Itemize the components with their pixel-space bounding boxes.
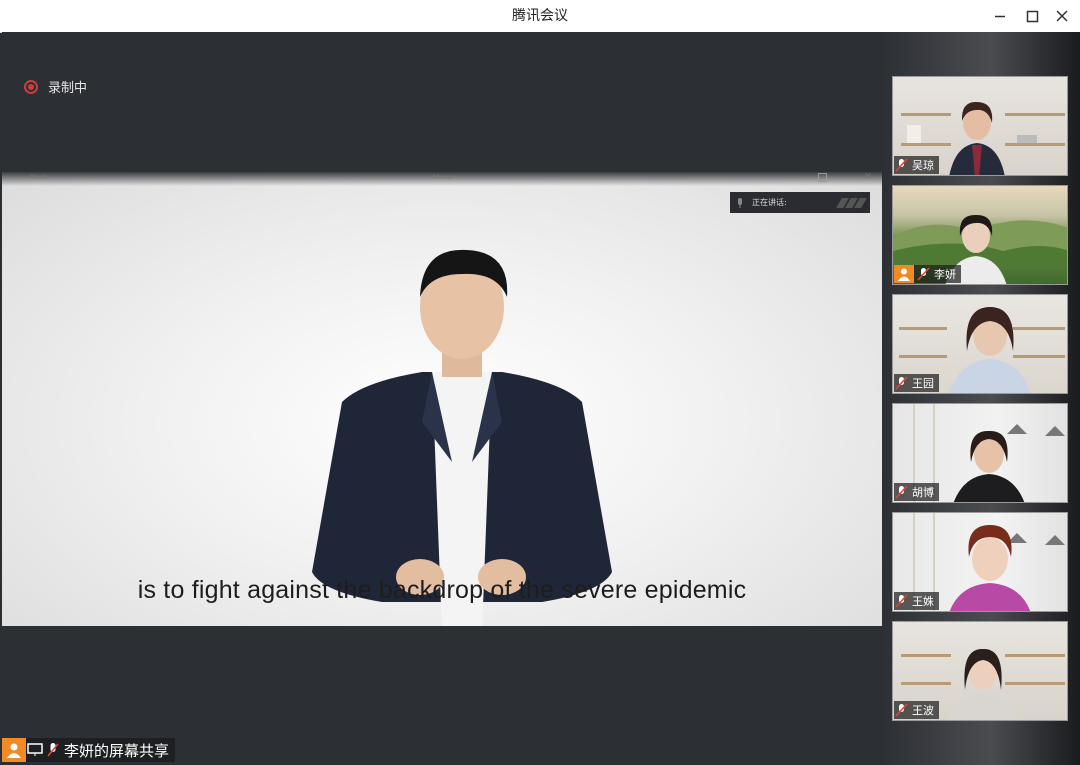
recording-label: 录制中 [48,81,88,96]
screen-share-label: 李妍的屏幕共享 [64,741,170,760]
speaker-mic-icon [738,197,742,208]
mic-muted-icon [895,594,908,608]
mini-time-left: 06:45 [30,174,48,181]
participant-name-tag: 李妍 [894,265,961,283]
participant-panel: 吴琼 李妍 王园 胡博 王姝 王波 [882,32,1080,765]
video-subtitle: is to fight against the backdrop of the … [137,576,747,604]
participant-figure [949,525,1031,611]
participant-name-tag: 王园 [894,374,939,392]
minimize-icon[interactable] [990,6,1010,26]
speaking-label: 正在讲话: [752,198,787,207]
participant-figure [949,101,1005,175]
participant-tile[interactable]: 胡博 [892,403,1068,503]
participant-tile[interactable]: 王园 [892,294,1068,394]
participant-figure [953,430,1025,502]
mic-muted-icon [917,267,930,281]
window-title: 腾讯会议 [512,8,568,24]
speaking-bars [836,197,867,208]
mini-close-icon: ✕ [864,172,872,182]
participant-tile[interactable]: 王波 [892,621,1068,721]
participant-name: 李妍 [934,268,956,281]
mic-muted-icon [895,158,908,172]
participant-name-tag: 吴琼 [894,156,939,174]
participant-name: 吴琼 [912,159,934,172]
user-avatar-icon [894,265,914,283]
close-icon[interactable] [1052,6,1072,26]
participant-tile[interactable]: 王姝 [892,512,1068,612]
screen-share-tag: 李妍的屏幕共享 [2,738,176,762]
participant-name: 王姝 [912,595,934,608]
participant-tile[interactable]: 吴琼 [892,76,1068,176]
mini-fullscreen-icon [818,173,827,182]
mic-muted-icon [44,738,62,762]
mic-muted-icon [895,376,908,390]
maximize-icon[interactable] [1022,6,1042,26]
recording-indicator: 录制中 [24,77,87,96]
participant-figure [947,648,1019,720]
title-bar: 腾讯会议 [0,0,1080,33]
mic-muted-icon [895,485,908,499]
participant-name: 王波 [912,704,934,717]
main-stage: 录制中 06:45 07:nnn ✕ 正在讲话: is to fight aga… [2,32,882,763]
participant-name-tag: 胡博 [894,483,939,501]
shared-screen: 06:45 07:nnn ✕ 正在讲话: is to fight against… [2,172,882,626]
participant-figure [949,307,1031,393]
record-icon [24,79,38,94]
participant-name-tag: 王波 [894,701,939,719]
participant-name-tag: 王姝 [894,592,939,610]
mini-time-center: 07:nnn [432,174,454,181]
mic-muted-icon [895,703,908,717]
speaking-indicator: 正在讲话: [730,192,870,213]
screen-share-icon [26,738,44,762]
presenter-figure [312,249,612,626]
participant-name: 王园 [912,377,934,390]
user-avatar-icon [2,738,26,762]
participant-tile[interactable]: 李妍 [892,185,1068,285]
participant-name: 胡博 [912,486,934,499]
